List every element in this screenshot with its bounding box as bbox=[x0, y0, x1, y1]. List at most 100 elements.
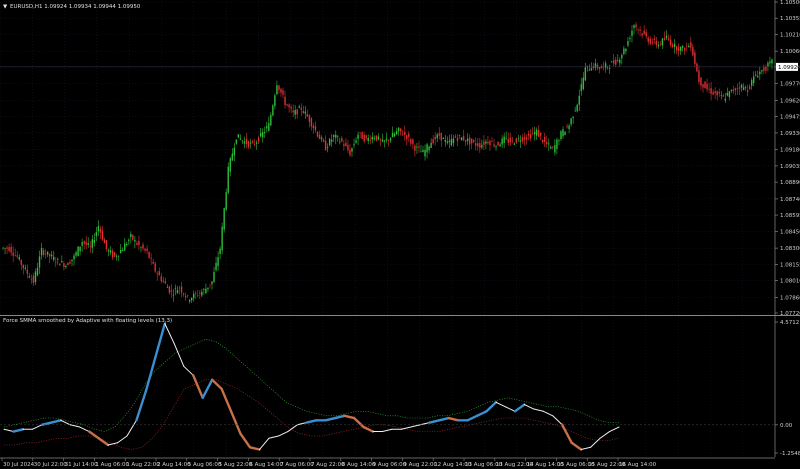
candle-body[interactable] bbox=[594, 63, 597, 68]
candle-body[interactable] bbox=[333, 134, 335, 138]
candle-body[interactable] bbox=[548, 143, 550, 145]
candle-body[interactable] bbox=[468, 137, 471, 145]
candle-body[interactable] bbox=[239, 138, 242, 140]
candle-body[interactable] bbox=[489, 140, 491, 146]
candle-body[interactable] bbox=[168, 286, 171, 293]
candle-body[interactable] bbox=[450, 139, 453, 146]
candle-body[interactable] bbox=[679, 46, 682, 51]
candle-body[interactable] bbox=[75, 252, 77, 256]
candle-body[interactable] bbox=[750, 80, 753, 86]
candle-body[interactable] bbox=[604, 63, 607, 69]
candle-body[interactable] bbox=[428, 146, 430, 151]
candle-body[interactable] bbox=[203, 289, 205, 290]
candle-body[interactable] bbox=[308, 115, 311, 122]
candle-body[interactable] bbox=[55, 261, 57, 263]
candle-body[interactable] bbox=[259, 132, 262, 137]
candle-body[interactable] bbox=[426, 144, 428, 153]
candle-body[interactable] bbox=[771, 59, 773, 64]
candle-body[interactable] bbox=[22, 264, 25, 269]
candle-body[interactable] bbox=[176, 289, 179, 294]
candle-body[interactable] bbox=[209, 284, 211, 286]
candle-body[interactable] bbox=[625, 48, 627, 52]
candle-body[interactable] bbox=[85, 241, 87, 245]
candle-body[interactable] bbox=[456, 137, 459, 141]
candle-body[interactable] bbox=[578, 95, 580, 105]
candle-body[interactable] bbox=[294, 109, 296, 115]
candle-body[interactable] bbox=[761, 70, 763, 72]
candle-body[interactable] bbox=[67, 262, 69, 266]
candle-body[interactable] bbox=[391, 132, 394, 138]
candle-body[interactable] bbox=[280, 88, 282, 93]
candle-body[interactable] bbox=[140, 246, 142, 248]
candle-body[interactable] bbox=[653, 38, 656, 40]
candle-body[interactable] bbox=[402, 134, 404, 136]
candle-body[interactable] bbox=[442, 137, 444, 140]
candle-body[interactable] bbox=[503, 136, 505, 144]
candle-body[interactable] bbox=[643, 30, 645, 34]
candle-body[interactable] bbox=[479, 143, 481, 148]
candle-body[interactable] bbox=[44, 253, 47, 255]
candle-body[interactable] bbox=[647, 37, 649, 42]
candle-body[interactable] bbox=[602, 65, 605, 67]
candle-body[interactable] bbox=[560, 131, 562, 140]
candle-body[interactable] bbox=[42, 249, 45, 255]
candle-body[interactable] bbox=[533, 131, 536, 135]
candle-body[interactable] bbox=[331, 139, 333, 142]
candle-body[interactable] bbox=[438, 133, 440, 136]
candle-body[interactable] bbox=[326, 147, 329, 148]
candle-body[interactable] bbox=[365, 135, 367, 138]
candle-body[interactable] bbox=[550, 146, 552, 149]
candle-body[interactable] bbox=[353, 144, 355, 146]
candle-body[interactable] bbox=[361, 132, 363, 139]
candle-body[interactable] bbox=[97, 226, 100, 232]
candle-body[interactable] bbox=[448, 140, 451, 143]
candle-body[interactable] bbox=[651, 42, 653, 43]
candle-body[interactable] bbox=[696, 63, 698, 72]
candle-body[interactable] bbox=[511, 139, 513, 141]
candle-body[interactable] bbox=[316, 131, 319, 137]
candle-body[interactable] bbox=[608, 67, 611, 69]
symbol-menu-icon[interactable]: ▼ bbox=[3, 4, 8, 10]
candle-body[interactable] bbox=[122, 249, 124, 251]
candle-body[interactable] bbox=[99, 228, 102, 233]
candle-body[interactable] bbox=[193, 293, 195, 299]
candle-body[interactable] bbox=[552, 146, 554, 148]
candle-body[interactable] bbox=[65, 265, 67, 267]
candle-body[interactable] bbox=[30, 279, 33, 280]
candle-body[interactable] bbox=[617, 60, 619, 61]
candle-body[interactable] bbox=[264, 132, 266, 134]
candle-body[interactable] bbox=[18, 257, 20, 260]
candle-body[interactable] bbox=[462, 136, 465, 141]
candle-body[interactable] bbox=[491, 141, 493, 142]
candle-body[interactable] bbox=[527, 133, 530, 136]
candle-body[interactable] bbox=[223, 208, 225, 230]
candle-body[interactable] bbox=[302, 110, 304, 114]
candle-body[interactable] bbox=[251, 141, 254, 143]
candle-body[interactable] bbox=[290, 106, 292, 109]
candle-body[interactable] bbox=[724, 98, 727, 101]
candle-body[interactable] bbox=[673, 43, 676, 48]
candle-body[interactable] bbox=[440, 132, 442, 141]
candle-body[interactable] bbox=[387, 140, 390, 141]
candle-body[interactable] bbox=[645, 32, 647, 37]
candle-body[interactable] bbox=[28, 275, 31, 278]
candle-body[interactable] bbox=[132, 234, 134, 240]
candle-body[interactable] bbox=[763, 67, 765, 72]
candle-body[interactable] bbox=[24, 267, 27, 269]
candle-body[interactable] bbox=[477, 143, 479, 147]
candle-body[interactable] bbox=[746, 90, 749, 93]
candle-body[interactable] bbox=[483, 141, 485, 145]
candle-body[interactable] bbox=[769, 61, 771, 64]
candle-body[interactable] bbox=[535, 129, 538, 136]
candle-body[interactable] bbox=[213, 271, 215, 283]
candle-body[interactable] bbox=[343, 144, 345, 146]
candle-body[interactable] bbox=[635, 24, 637, 28]
candle-body[interactable] bbox=[757, 76, 759, 78]
candle-body[interactable] bbox=[367, 137, 369, 142]
candle-body[interactable] bbox=[397, 127, 400, 132]
candle-body[interactable] bbox=[40, 247, 43, 256]
candle-body[interactable] bbox=[544, 136, 546, 142]
candle-body[interactable] bbox=[584, 67, 587, 81]
candle-body[interactable] bbox=[69, 262, 71, 264]
candle-body[interactable] bbox=[38, 256, 41, 268]
